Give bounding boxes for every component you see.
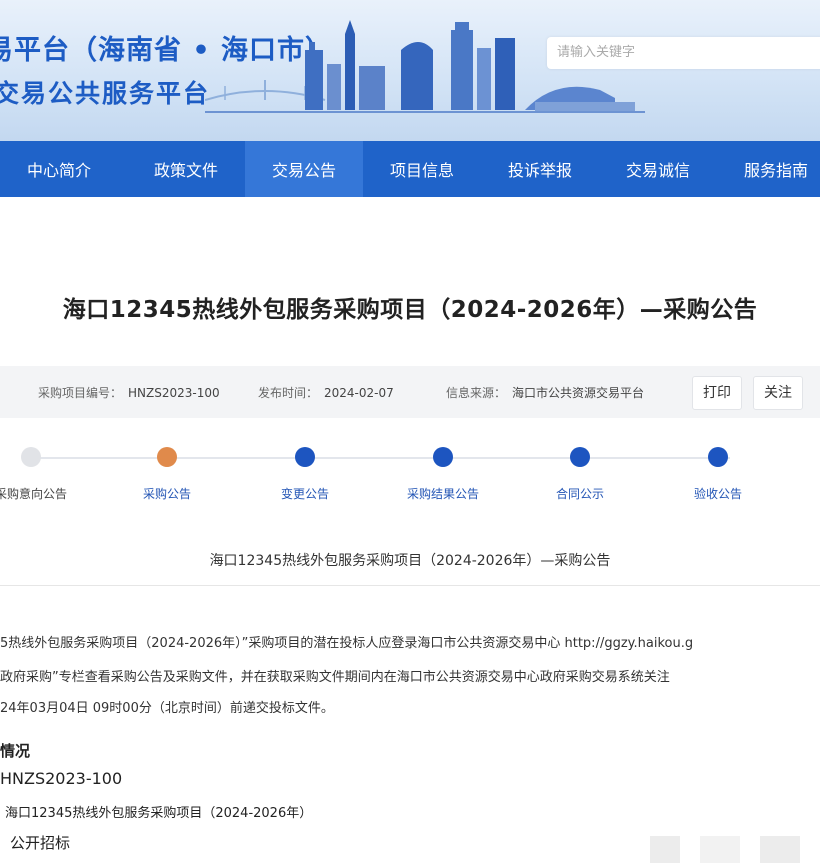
page-title: 海口12345热线外包服务采购项目（2024-2026年）—采购公告: [62, 297, 758, 323]
step-label: 采购公告: [142, 487, 191, 501]
nav-item-service-guide[interactable]: 服务指南: [717, 141, 820, 197]
step-procurement-notice[interactable]: 采购公告: [107, 447, 227, 502]
step-label: 合同公示: [555, 487, 604, 501]
step-dot: [295, 447, 315, 467]
meta-source-value: 海口市公共资源交易平台: [512, 386, 645, 400]
procurement-method-value: 公开招标: [10, 834, 71, 852]
divider: [0, 585, 820, 586]
step-dot: [570, 447, 590, 467]
notice-paragraph-line: 5热线外包服务采购项目（2024-2026年）”采购项目的潜在投标人应登录海口市…: [0, 636, 694, 651]
notice-subtitle: 海口12345热线外包服务采购项目（2024-2026年）—采购公告: [209, 553, 611, 569]
step-acceptance-notice[interactable]: 验收公告: [658, 447, 778, 502]
notice-meta-bar: 采购项目编号： HNZS2023-100 发布时间： 2024-02-07 信息来源…: [0, 366, 820, 418]
step-change-notice[interactable]: 变更公告: [245, 447, 365, 502]
meta-source-label: 信息来源：: [446, 386, 507, 400]
meta-project-number-label: 采购项目编号：: [38, 386, 123, 400]
project-number-value: HNZS2023-100: [0, 769, 123, 788]
step-label: 采购意向公告: [0, 487, 67, 501]
step-result-notice[interactable]: 采购结果公告: [383, 447, 503, 502]
step-contract-publicity[interactable]: 合同公示: [520, 447, 640, 502]
section-heading-project-info: 情况: [0, 742, 31, 760]
step-label: 验收公告: [693, 487, 742, 501]
city-skyline-illustration: [205, 20, 645, 113]
nav-item-trade-notices[interactable]: 交易公告: [245, 141, 363, 197]
blurred-region: [700, 836, 740, 863]
print-button[interactable]: 打印: [692, 376, 742, 410]
meta-publish-time-label: 发布时间：: [258, 386, 319, 400]
step-dot: [433, 447, 453, 467]
meta-project-number-value: HNZS2023-100: [128, 386, 220, 400]
follow-button[interactable]: 关注: [753, 376, 803, 410]
notice-paragraph-line: 政府采购”专栏查看采购公告及采购文件，并在获取采购文件期间内在海口市公共资源交易…: [0, 670, 670, 685]
search-input[interactable]: [547, 37, 797, 67]
project-name-value: 海口12345热线外包服务采购项目（2024-2026年）: [5, 806, 313, 821]
notice-paragraph-line: 24年03月04日 09时00分（北京时间）前递交投标文件。: [0, 701, 334, 716]
blurred-region: [760, 836, 800, 863]
blurred-region: [650, 836, 680, 863]
meta-source: 信息来源： 海口市公共资源交易平台: [446, 384, 644, 401]
nav-item-policy-docs[interactable]: 政策文件: [127, 141, 245, 197]
step-dot: [157, 447, 177, 467]
step-dot: [21, 447, 41, 467]
nav-item-complaints[interactable]: 投诉举报: [481, 141, 599, 197]
step-label: 采购结果公告: [406, 487, 479, 501]
search-box: [547, 37, 820, 69]
step-dot: [708, 447, 728, 467]
meta-publish-time-value: 2024-02-07: [324, 386, 394, 400]
nav-item-center-intro[interactable]: 中心简介: [0, 141, 118, 197]
step-label: 变更公告: [280, 487, 329, 501]
nav-item-project-info[interactable]: 项目信息: [363, 141, 481, 197]
main-nav: 中心简介 政策文件 交易公告 项目信息 投诉举报 交易诚信 服务指南: [0, 141, 820, 197]
site-header: 易平台（海南省 • 海口市） 交易公共服务平台: [0, 0, 820, 141]
site-title-line2: 交易公共服务平台: [0, 79, 211, 108]
meta-project-number: 采购项目编号： HNZS2023-100: [38, 384, 220, 401]
nav-item-trade-credit[interactable]: 交易诚信: [599, 141, 717, 197]
meta-publish-time: 发布时间： 2024-02-07: [258, 384, 394, 401]
step-intention-notice[interactable]: 采购意向公告: [0, 447, 91, 502]
